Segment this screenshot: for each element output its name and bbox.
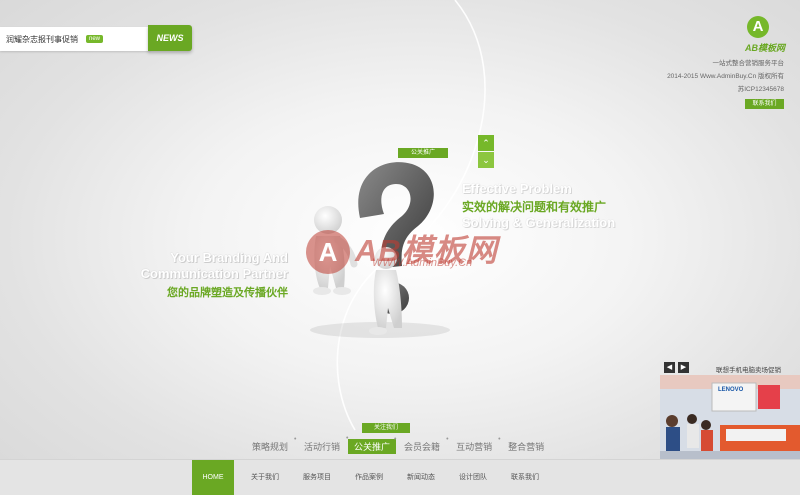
nav-contact[interactable]: 联系我们 [504, 460, 546, 495]
contact-us-button[interactable]: 联系我们 [745, 99, 784, 109]
category-strategy[interactable]: 策略规划 [244, 440, 296, 453]
nav-about[interactable]: 关于我们 [244, 460, 286, 495]
promo-next-button[interactable]: ▶ [678, 362, 689, 373]
slide-down-button[interactable]: ⌄ [478, 152, 494, 168]
promo-title[interactable]: 联想手机电脑卖场促销 [716, 364, 781, 374]
brand-logo-name[interactable]: AB模板网 [733, 41, 785, 54]
news-ticker-body: 润耀杂志报刊事促销 new [0, 27, 150, 51]
nav-news[interactable]: 新闻动态 [400, 460, 442, 495]
hero-right-english-line-1: Effective Problem [462, 181, 572, 196]
categories-tag[interactable]: 关注我们 [362, 423, 410, 433]
news-label[interactable]: NEWS [148, 25, 192, 51]
promo-prev-button[interactable]: ◀ [664, 362, 675, 373]
copyright-text: 2014-2015 Www.AdminBuy.Cn 版权所有 [667, 73, 784, 80]
slide-up-button[interactable]: ⌃ [478, 135, 494, 151]
nav-home[interactable]: HOME [192, 460, 234, 495]
bottom-navigation: HOME 关于我们 服务项目 作品案例 新闻动态 设计团队 联系我们 [0, 459, 800, 495]
nav-cases[interactable]: 作品案例 [348, 460, 390, 495]
watermark-logo-icon: A [306, 230, 350, 274]
category-events[interactable]: 活动行销 [294, 436, 348, 453]
brand-logo-icon[interactable]: A [747, 16, 769, 38]
hero-right-chinese: 实效的解决问题和有效推广 [462, 200, 607, 214]
news-new-badge: new [86, 35, 104, 43]
hero-left-english-line-1: Your Branding And [170, 250, 288, 265]
watermark-url: WWW.AdminBuy.Cn [372, 257, 473, 269]
news-headline[interactable]: 润耀杂志报刊事促销 [6, 34, 78, 45]
promo-photo[interactable]: LENOVO [660, 375, 800, 459]
nav-services[interactable]: 服务项目 [296, 460, 338, 495]
category-integrated[interactable]: 整合营销 [498, 436, 552, 453]
category-interactive[interactable]: 互动营销 [446, 436, 500, 453]
category-membership[interactable]: 会员会籍 [394, 436, 448, 453]
category-list: 策略规划 活动行销 公关推广 会员会籍 互动营销 整合营销 [244, 435, 552, 454]
hero-left-english-line-2: Communication Partner [140, 266, 288, 281]
icp-text: 苏ICP12345678 [737, 86, 784, 93]
category-pr[interactable]: 公关推广 [346, 435, 397, 454]
nav-team[interactable]: 设计团队 [452, 460, 494, 495]
hero-left-chinese: 您的品牌塑造及传播伙伴 [167, 287, 288, 299]
brand-tagline: 一站式整合营销服务平台 [712, 60, 785, 67]
promo-sign-text: LENOVO [718, 387, 744, 393]
news-ticker[interactable]: 润耀杂志报刊事促销 new NEWS [0, 25, 192, 51]
